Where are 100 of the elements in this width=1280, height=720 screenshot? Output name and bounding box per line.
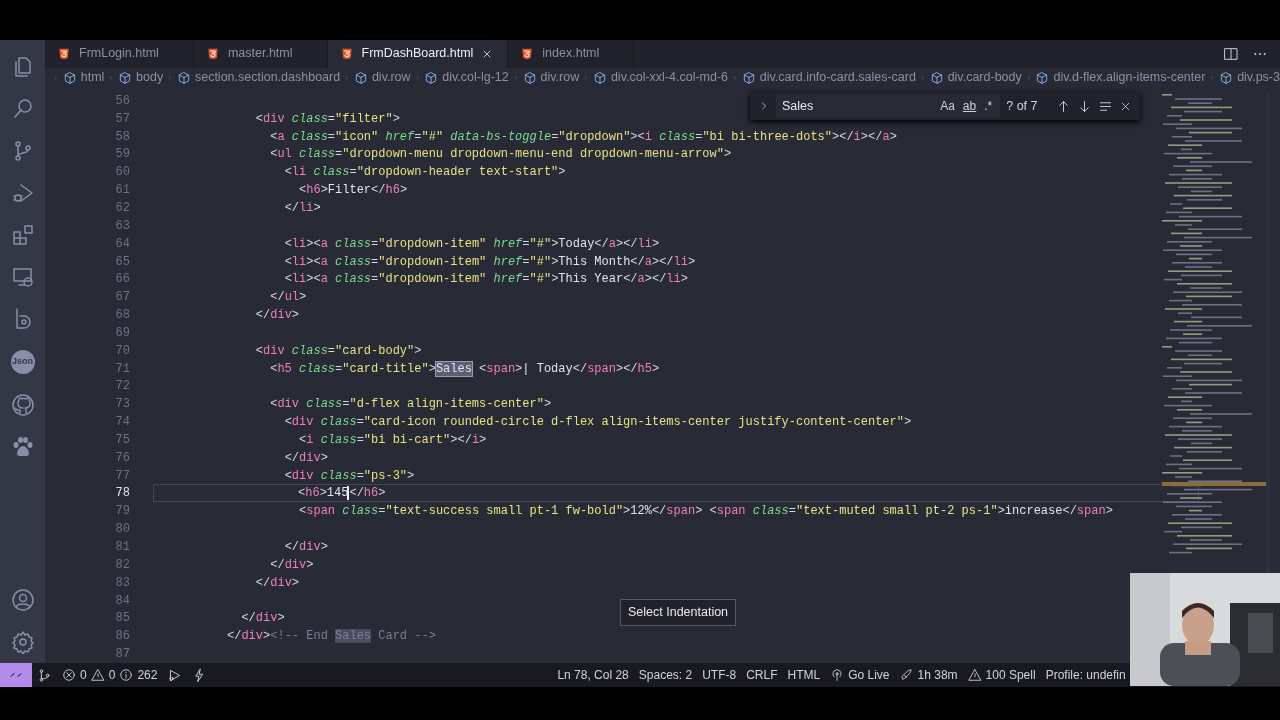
- info-icon: [119, 668, 134, 682]
- breadcrumb-item[interactable]: div.col-lg-12: [442, 68, 509, 88]
- editor-tab[interactable]: FrmDashBoard.html: [327, 40, 509, 68]
- run-debug-icon[interactable]: [10, 181, 35, 205]
- cube-icon: [62, 70, 77, 85]
- line-number: 72: [114, 378, 130, 396]
- tooltip: Select Indentation: [620, 599, 737, 626]
- line-number: 77: [114, 467, 130, 485]
- extensions-icon[interactable]: [10, 223, 35, 247]
- previous-match-icon[interactable]: [1056, 98, 1071, 114]
- code-line: </div>: [283, 539, 329, 556]
- html-file-icon: [205, 46, 220, 61]
- code-line: </div>: [254, 307, 301, 325]
- status-item[interactable]: HTML: [782, 666, 826, 684]
- next-match-icon[interactable]: [1077, 98, 1092, 114]
- breadcrumb-item[interactable]: div.card-body: [947, 68, 1022, 88]
- line-number: 75: [114, 431, 130, 449]
- code-line: </li>: [283, 200, 322, 217]
- problems-status[interactable]: 0 0 262: [57, 666, 163, 684]
- code-line: <li><a class="dropdown-item" href="#">Today</a></li>: [283, 235, 661, 253]
- line-number: 65: [114, 253, 130, 271]
- line-number: 87: [114, 646, 130, 664]
- find-option-toggle[interactable]: .*: [984, 97, 993, 115]
- breadcrumb-item[interactable]: div.row: [540, 68, 580, 88]
- breadcrumb-item[interactable]: div.d-flex.align-items-center: [1053, 68, 1206, 88]
- html-file-icon: [339, 46, 354, 61]
- code-line: <div class="filter">: [254, 110, 401, 128]
- breadcrumb-item[interactable]: div.card.info-card.sales-card: [759, 68, 916, 88]
- status-item[interactable]: Ln 78, Col 28: [552, 666, 634, 684]
- line-number: 67: [114, 289, 130, 307]
- warning-icon: [967, 668, 982, 682]
- breadcrumb-item[interactable]: div.col-xxl-4.col-md-6: [610, 68, 729, 88]
- remote-explorer-icon[interactable]: [10, 265, 35, 289]
- status-item[interactable]: CRLF: [741, 666, 783, 684]
- line-number: 80: [114, 521, 130, 539]
- settings-icon[interactable]: [10, 630, 35, 654]
- code-line: <li><a class="dropdown-item" href="#">This Year</a></li>: [283, 271, 689, 289]
- breadcrumb-item[interactable]: section.section.dashboard: [194, 68, 341, 88]
- code-line: <div class="ps-3">: [283, 467, 416, 485]
- status-item[interactable]: Profile: undefin: [1040, 666, 1131, 684]
- cube-icon: [118, 70, 133, 85]
- warning-icon: [90, 668, 105, 682]
- breadcrumb-item[interactable]: html: [80, 68, 105, 88]
- line-number: 74: [114, 414, 130, 432]
- code-line: <div class="d-flex align-items-center">: [269, 396, 553, 414]
- line-number: 64: [114, 235, 130, 253]
- git-graph-icon: [37, 667, 52, 683]
- code-line: </div>: [283, 449, 329, 467]
- find-input[interactable]: Sales Aa ab .*: [776, 95, 1001, 117]
- cube-icon: [1035, 70, 1050, 85]
- code-line: <h6>Filter</h6>: [298, 182, 409, 200]
- split-editor-icon[interactable]: [1223, 45, 1239, 62]
- code-line: <div class="card-body">: [254, 342, 423, 360]
- cube-icon: [592, 70, 607, 85]
- status-item[interactable]: Spaces: 2: [633, 666, 698, 684]
- status-item[interactable]: 1h 38m: [894, 666, 963, 684]
- line-number: 76: [114, 449, 130, 467]
- cube-icon: [1219, 70, 1234, 85]
- line-number: 66: [114, 271, 130, 289]
- breadcrumb-item[interactable]: body: [136, 68, 164, 88]
- account-icon[interactable]: [10, 588, 35, 612]
- match-count: ? of 7: [1006, 97, 1038, 115]
- line-number: 58: [114, 128, 130, 146]
- code-line: </div>: [240, 610, 286, 628]
- breadcrumb-item[interactable]: div.row: [371, 68, 411, 88]
- line-number: 69: [114, 324, 130, 342]
- line-number: 79: [114, 503, 130, 521]
- html-file-icon: [57, 46, 71, 61]
- cube-icon: [176, 70, 191, 85]
- line-number: 70: [114, 342, 130, 360]
- line-number: 68: [114, 307, 130, 325]
- broadcast-icon: [830, 668, 845, 682]
- line-number: 71: [114, 360, 130, 378]
- run-icon: [167, 667, 183, 683]
- github-icon[interactable]: [10, 393, 35, 417]
- code-line: <div class="card-icon rounded-circle d-flex align-items-center justify-content-center">: [283, 414, 913, 432]
- code-line: <li><a class="dropdown-item" href="#">This Month</a></li>: [283, 253, 697, 271]
- cube-icon: [522, 70, 537, 85]
- code-line: <ul class="dropdown-menu dropdown-menu-end dropdown-menu-arrow">: [269, 146, 733, 164]
- code-line: </div>: [269, 556, 315, 574]
- status-item[interactable]: UTF-8: [697, 666, 742, 684]
- breadcrumb-item[interactable]: div.ps-3: [1237, 68, 1280, 88]
- line-number: 84: [114, 592, 130, 610]
- json-icon[interactable]: Json: [10, 350, 35, 374]
- line-number: 57: [114, 110, 130, 128]
- line-number: 60: [114, 164, 130, 182]
- cube-icon: [424, 70, 439, 85]
- code-line: <a class="icon" href="#" data-bs-toggle="dropdown"><i class="bi bi-three-dots"></i></a>: [269, 128, 898, 146]
- status-item[interactable]: 100 Spell: [962, 666, 1041, 684]
- line-number: 63: [114, 217, 130, 235]
- cube-icon: [929, 70, 944, 85]
- find-option-toggle[interactable]: ab: [962, 97, 977, 115]
- find-option-toggle[interactable]: Aa: [940, 97, 955, 115]
- cube-icon: [353, 70, 368, 85]
- status-item[interactable]: Go Live: [825, 666, 895, 684]
- code-line: <li class="dropdown-header text-start">: [283, 164, 567, 182]
- line-number: 78: [114, 485, 130, 503]
- line-number: 82: [114, 556, 130, 574]
- line-number: 59: [114, 146, 130, 164]
- line-number: 61: [114, 182, 130, 200]
